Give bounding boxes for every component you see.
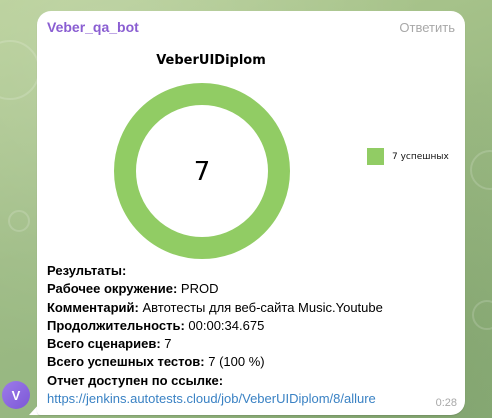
report-link[interactable]: https://jenkins.autotests.cloud/job/Vebe… [47, 391, 376, 406]
result-line: Результаты: [47, 263, 127, 278]
legend-swatch [367, 148, 384, 165]
passed-tests-line: Всего успешных тестов: 7 (100 %) [47, 354, 265, 370]
message-bubble: Veber_qa_bot Ответить 7 VeberUIDiplom 7 … [37, 11, 465, 415]
donut-center-label: 7 [194, 157, 211, 187]
message-time: 0:28 [435, 397, 457, 409]
duration-line: Продолжительность: 00:00:34.675 [47, 317, 265, 333]
donut-chart: 7 [114, 83, 290, 259]
reply-button[interactable]: Ответить [399, 20, 455, 35]
avatar-letter: V [11, 387, 21, 403]
sender-name[interactable]: Veber_qa_bot [47, 19, 139, 35]
background-doodle [8, 210, 30, 232]
chart-legend: 7 успешных [367, 148, 449, 165]
background-doodle [0, 40, 40, 100]
comment-line: Комментарий: Автотесты для веб-сайта Mus… [47, 299, 383, 315]
background-doodle [470, 150, 492, 190]
scenarios-line: Всего сценариев: 7 [47, 336, 172, 352]
bot-avatar[interactable]: V [2, 381, 30, 409]
message-text: Результаты: Рабочее окружение: PROD Комм… [47, 262, 457, 408]
background-doodle [472, 300, 492, 330]
report-chart-image[interactable]: 7 VeberUIDiplom 7 успешных [47, 41, 455, 266]
legend-label: 7 успешных [392, 151, 449, 162]
report-link-label: Отчет доступен по ссылке: [47, 372, 224, 388]
environment-line: Рабочее окружение: PROD [47, 281, 219, 297]
chart-title: VeberUIDiplom [156, 53, 266, 68]
